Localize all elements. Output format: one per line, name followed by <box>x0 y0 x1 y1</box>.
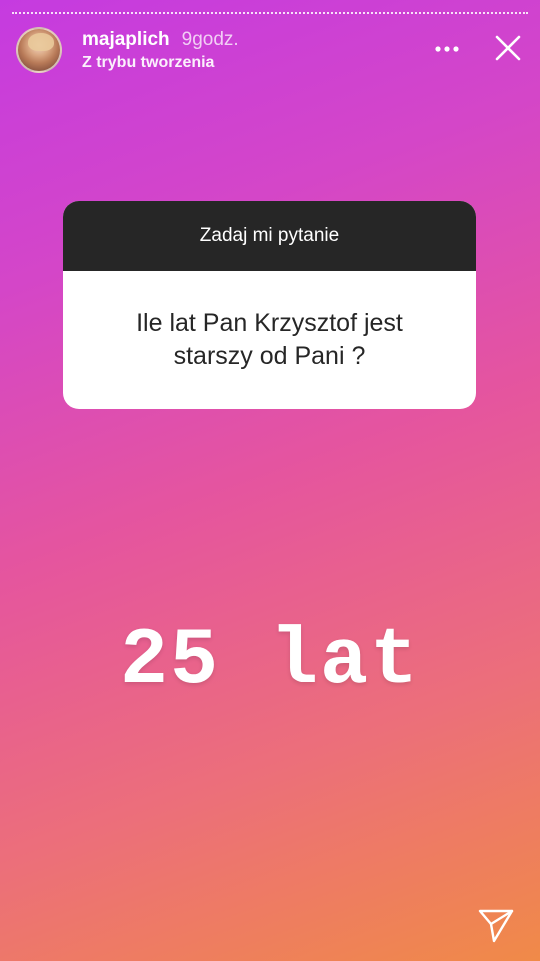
avatar[interactable] <box>16 27 62 73</box>
more-horizontal-icon[interactable] <box>432 34 462 64</box>
story-progress-bar <box>12 12 528 16</box>
user-meta: majaplich 9godz. Z trybu tworzenia <box>82 29 239 72</box>
close-icon[interactable] <box>492 32 524 64</box>
answer-text: 25 lat <box>119 616 421 707</box>
username[interactable]: majaplich <box>82 29 170 51</box>
time-ago: 9godz. <box>181 28 239 50</box>
question-sticker-text: Ile lat Pan Krzysztof jest starszy od Pa… <box>136 309 403 370</box>
user-line: majaplich 9godz. <box>82 29 239 51</box>
send-icon[interactable] <box>476 905 516 945</box>
story-header: majaplich 9godz. Z trybu tworzenia <box>16 26 524 74</box>
story-subtitle: Z trybu tworzenia <box>82 53 215 71</box>
question-sticker[interactable]: Zadaj mi pytanie Ile lat Pan Krzysztof j… <box>63 201 476 409</box>
question-sticker-header: Zadaj mi pytanie <box>63 201 476 271</box>
